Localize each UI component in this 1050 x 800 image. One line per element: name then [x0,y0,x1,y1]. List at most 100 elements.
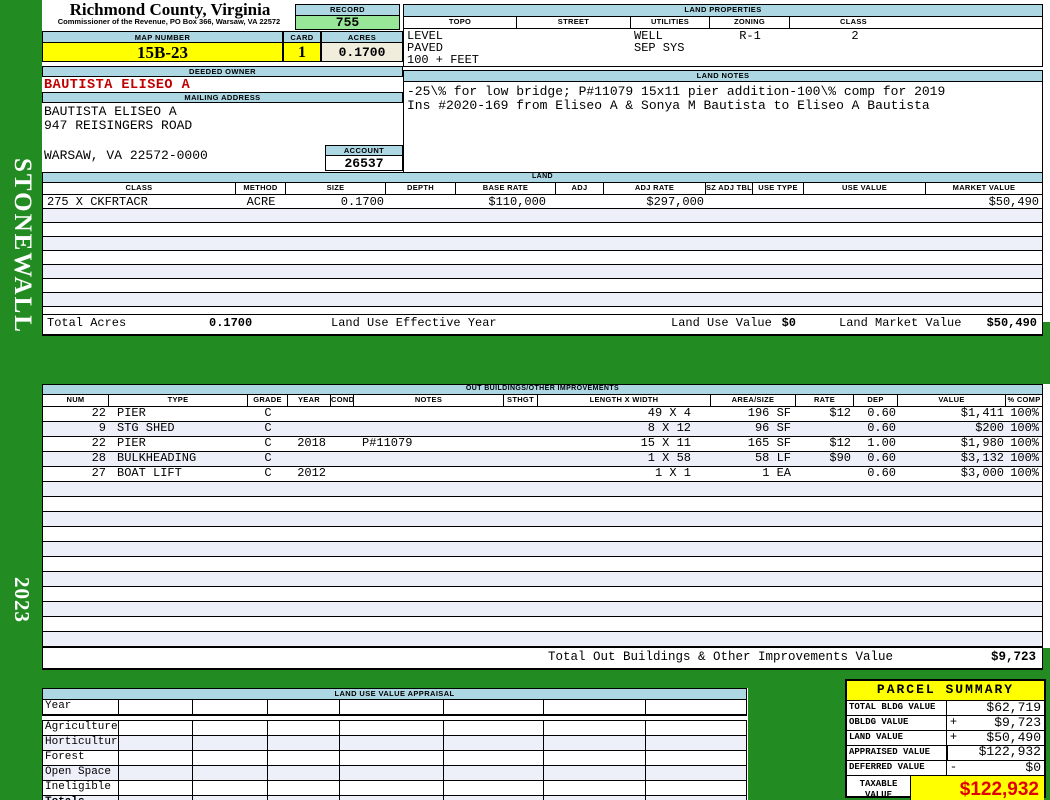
class-value: 2 [851,29,859,43]
ob-num: 22 [91,436,106,450]
ob-grade: C [264,451,272,465]
empty-cell [544,781,646,795]
empty-cell [119,700,193,714]
ob-area: 1 EA [762,466,791,480]
empty-cell [340,751,444,765]
mailing-line-2: 947 REISINGERS ROAD [44,118,193,133]
sidebar-district-label: STONEWALL [9,158,36,334]
mailing-line-1: BAUTISTA ELISEO A [44,104,177,119]
empty-row [42,542,1043,557]
ob-type: STG SHED [117,421,175,435]
land-adj-rate: $297,000 [646,195,704,209]
ob-area: 58 LF [754,451,791,465]
ob-dep: 0.60 [867,421,896,435]
land-properties-table: LAND PROPERTIES TOPO STREET UTILITIES ZO… [403,4,1043,67]
column-header: YEAR [288,395,331,406]
ob-rate: $12 [829,436,851,450]
empty-row [42,632,1043,647]
ob-type: BULKHEADING [117,451,197,465]
land-row: 275 X CKFRTACR ACRE 0.1700 $110,000 $297… [42,195,1043,209]
ob-cond [331,422,354,436]
account-value: 26537 [325,155,403,171]
column-header: SIZE [286,183,386,194]
ob-cond [331,437,354,451]
land-use-appraisal-table: LAND USE VALUE APPRAISAL Year Agricultur… [42,688,748,800]
summary-op [947,701,960,715]
empty-row [42,265,1043,279]
empty-cell [544,751,646,765]
ob-cond [331,452,354,466]
land-market-value-label: Land Market Value [839,316,962,330]
empty-cell [340,796,444,800]
empty-row [42,587,1043,602]
acres-value: 0.1700 [321,42,403,62]
parcel-summary: PARCEL SUMMARY TOTAL BLDG VALUE $62,719 … [845,679,1046,800]
ob-sthgt [504,452,538,466]
column-header: % COMP [1007,395,1041,404]
ob-grade: C [264,436,272,450]
empty-cell [340,781,444,795]
ob-length-width: 15 X 11 [640,436,691,450]
land-use-value: $0 [781,316,796,330]
column-header: METHOD [236,183,286,194]
taxable-value-row: TAXABLE VALUE $122,932 [847,776,1044,800]
map-number-value: 15B-23 [42,42,283,62]
empty-row [42,602,1043,617]
empty-cell [193,781,268,795]
ob-rate: $12 [829,406,851,420]
ob-year [288,407,331,421]
land-notes: LAND NOTES -25\% for low bridge; P#11079… [403,70,1043,175]
empty-cell [444,751,544,765]
land-notes-line-2: Ins #2020-169 from Eliseo A & Sonya M Ba… [407,98,930,113]
luva-row-label: Year [43,700,119,714]
land-totals-row: Total Acres 0.1700 Land Use Effective Ye… [42,314,1043,336]
empty-cell [544,796,646,800]
empty-cell [444,721,544,735]
land-base-rate: $110,000 [488,195,546,209]
empty-row [42,512,1043,527]
column-header-zoning: ZONING [710,17,790,28]
empty-cell [119,796,193,800]
topo-value-3: 100 + FEET [407,53,480,67]
empty-row [42,251,1043,265]
empty-cell [646,766,746,780]
summary-label: APPRAISED VALUE [847,746,947,760]
card-value: 1 [283,42,321,62]
land-method: ACRE [246,195,276,209]
column-header-street: STREET [517,17,631,28]
empty-cell [268,796,340,800]
total-acres-label: Total Acres [47,316,127,330]
column-header: LENGTH X WIDTH [538,395,711,406]
column-header: TYPE [109,395,248,406]
land-properties-title: LAND PROPERTIES [403,4,1043,17]
deeded-owner-header: DEEDED OWNER [42,66,403,77]
ob-notes [354,422,504,436]
ob-sthgt [504,407,538,421]
ob-num: 9 [98,421,106,435]
empty-cell [646,700,746,714]
ob-length-width: 1 X 1 [654,466,691,480]
summary-label: LAND VALUE [847,731,947,745]
ob-length-width: 8 X 12 [647,421,691,435]
ob-dep: 0.60 [867,406,896,420]
column-header: USE TYPE [753,183,804,194]
empty-cell [268,736,340,750]
summary-value: $50,490 [986,730,1041,745]
empty-cell [119,736,193,750]
empty-row [42,617,1043,632]
empty-cell [268,700,340,714]
ob-length-width: 1 X 58 [647,451,691,465]
empty-cell [119,781,193,795]
ob-comp: 100% [1010,466,1039,480]
luva-row-label: Totals [43,796,119,800]
column-header: VALUE [898,395,1006,406]
column-header: ADJ RATE [604,183,706,194]
parcel-summary-title: PARCEL SUMMARY [847,681,1044,701]
ob-value: $1,980 [960,436,1004,450]
property-record-card: STONEWALL 2023 Richmond County, Virginia… [0,0,1050,800]
summary-row: OBLDG VALUE + $9,723 [847,716,1044,731]
summary-row: APPRAISED VALUE $122,932 [847,745,1044,761]
ob-notes [354,407,504,421]
column-header-class: CLASS [840,17,867,26]
land-use-effective-year-label: Land Use Effective Year [331,316,497,330]
